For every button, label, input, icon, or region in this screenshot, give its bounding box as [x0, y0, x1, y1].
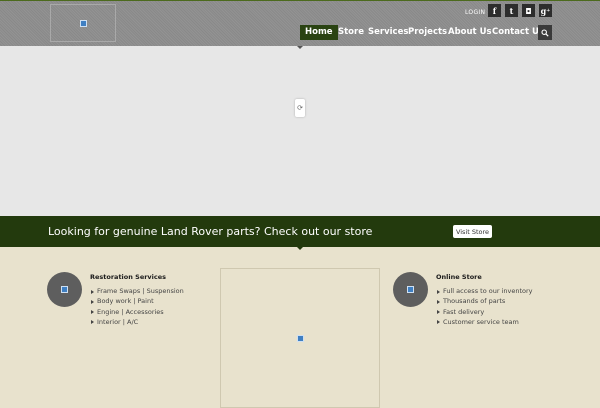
- nav-item-contact-us[interactable]: Contact Us: [492, 25, 544, 40]
- slider-notch: [297, 46, 303, 49]
- restoration-services-list: Frame Swaps | Suspension Body work | Pai…: [91, 286, 184, 327]
- hero-slider[interactable]: ⟳: [0, 46, 600, 216]
- store-banner: Looking for genuine Land Rover parts? Ch…: [0, 216, 600, 250]
- search-icon: [541, 28, 549, 37]
- nav-item-projects[interactable]: Projects: [408, 25, 447, 40]
- list-item: Engine | Accessories: [91, 307, 184, 317]
- list-item: Interior | A/C: [91, 317, 184, 327]
- instagram-icon[interactable]: ◘: [522, 4, 535, 17]
- broken-image-icon: [407, 286, 414, 293]
- search-button[interactable]: [538, 25, 552, 40]
- google-plus-icon[interactable]: g⁺: [539, 4, 552, 17]
- list-item: Frame Swaps | Suspension: [91, 286, 184, 296]
- list-item: Full access to our inventory: [437, 286, 533, 296]
- restoration-services-title: Restoration Services: [90, 273, 167, 281]
- list-item: Fast delivery: [437, 307, 533, 317]
- nav-item-services[interactable]: Services: [368, 25, 408, 40]
- list-item: Body work | Paint: [91, 296, 184, 306]
- online-store-list: Full access to our inventory Thousands o…: [437, 286, 533, 327]
- login-link[interactable]: LOGIN: [465, 9, 485, 16]
- nav-item-store[interactable]: Store: [338, 25, 364, 40]
- online-store-icon-circle: [393, 272, 428, 307]
- loading-indicator: ⟳: [295, 99, 305, 117]
- site-logo[interactable]: [50, 4, 116, 42]
- visit-store-button[interactable]: Visit Store: [453, 225, 492, 238]
- list-item: Thousands of parts: [437, 296, 533, 306]
- nav-item-about-us[interactable]: About Us: [448, 25, 492, 40]
- broken-image-icon: [79, 19, 87, 27]
- broken-image-icon: [61, 286, 68, 293]
- twitter-icon[interactable]: t: [505, 4, 518, 17]
- banner-notch: [297, 247, 303, 250]
- center-image-frame: [220, 268, 380, 408]
- facebook-icon[interactable]: f: [488, 4, 501, 17]
- site-header: LOGIN f t ◘ g⁺ Home Store Services Proje…: [0, 0, 600, 46]
- online-store-title: Online Store: [436, 273, 482, 281]
- nav-item-home[interactable]: Home: [300, 25, 338, 40]
- restoration-services-icon-circle: [47, 272, 82, 307]
- banner-text: Looking for genuine Land Rover parts? Ch…: [48, 225, 373, 238]
- list-item: Customer service team: [437, 317, 533, 327]
- broken-image-icon: [296, 334, 304, 342]
